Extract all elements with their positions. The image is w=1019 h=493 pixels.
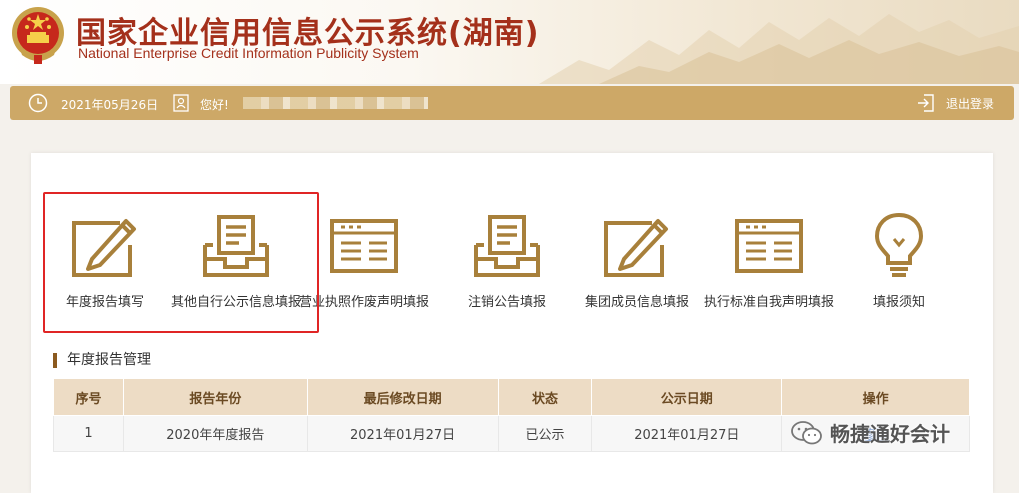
tile-label: 注销公告填报 [467, 295, 546, 310]
logout-button[interactable]: 退出登录 [916, 93, 994, 113]
tile-cancellation-notice[interactable]: 注销公告填报 [442, 211, 572, 310]
mountain-landscape-decoration [539, 14, 1019, 84]
table-header-row: 序号 报告年份 最后修改日期 状态 公示日期 操作 [53, 378, 970, 416]
national-emblem-icon [12, 7, 64, 64]
logout-icon [917, 94, 934, 112]
tile-group-member-info[interactable]: 集团成员信息填报 [572, 211, 702, 310]
cell-index: 1 [53, 415, 124, 452]
document-tray-icon [203, 215, 269, 277]
wechat-logo-icon [791, 420, 822, 444]
license-certificate-icon [330, 219, 398, 273]
column-header: 最后修改日期 [306, 378, 499, 416]
tile-label: 其他自行公示信息填报 [171, 295, 302, 310]
watermark-text: 畅捷通好会计 [830, 422, 950, 446]
current-date: 2021年05月26日 [61, 98, 159, 112]
lightbulb-icon [874, 212, 924, 277]
user-badge-icon [173, 94, 189, 112]
site-subtitle: National Enterprise Credit Information P… [78, 45, 419, 61]
column-header: 公示日期 [591, 378, 783, 416]
tile-label: 执行标准自我声明填报 [704, 295, 835, 310]
column-header: 报告年份 [122, 378, 308, 416]
cell-report-year: 2020年年度报告 [122, 415, 308, 452]
tile-label: 营业执照作废声明填报 [299, 295, 430, 310]
greeting-text: 您好! [200, 98, 229, 112]
tile-label: 年度报告填写 [65, 295, 144, 310]
column-header: 操作 [781, 378, 970, 416]
logout-label: 退出登录 [945, 96, 994, 111]
pencil-on-paper-icon [72, 219, 136, 277]
tile-standard-self-declaration[interactable]: 执行标准自我声明填报 [704, 211, 834, 310]
tile-filing-guide[interactable]: 填报须知 [834, 211, 964, 310]
cell-publish-date: 2021年01月27日 [591, 415, 783, 452]
tile-label: 填报须知 [872, 295, 925, 310]
function-tiles: 年度报告填写 其他自行公示信息填报 营业执照作废声明填报 注销公告填报 集团成员… [31, 153, 993, 333]
tile-annual-report[interactable]: 年度报告填写 [40, 211, 170, 310]
pencil-on-paper-icon [604, 219, 668, 277]
status-bar: 2021年05月26日 您好! 退出登录 [10, 86, 1014, 120]
tile-label: 集团成员信息填报 [584, 295, 689, 310]
cell-status: 已公示 [497, 415, 593, 452]
section-title: 年度报告管理 [53, 353, 151, 368]
tile-license-void-statement[interactable]: 营业执照作废声明填报 [299, 211, 429, 310]
license-certificate-icon [735, 219, 803, 273]
cell-last-modified: 2021年01月27日 [306, 415, 499, 452]
watermark: 畅捷通好会计 [790, 418, 950, 447]
document-tray-icon [474, 215, 540, 277]
column-header: 序号 [53, 378, 124, 416]
tile-other-disclosure[interactable]: 其他自行公示信息填报 [171, 211, 301, 310]
site-header: 国家企业信用信息公示系统(湖南) National Enterprise Cre… [0, 0, 1019, 84]
column-header: 状态 [497, 378, 593, 416]
masked-username [243, 97, 428, 109]
clock-icon [28, 93, 48, 113]
